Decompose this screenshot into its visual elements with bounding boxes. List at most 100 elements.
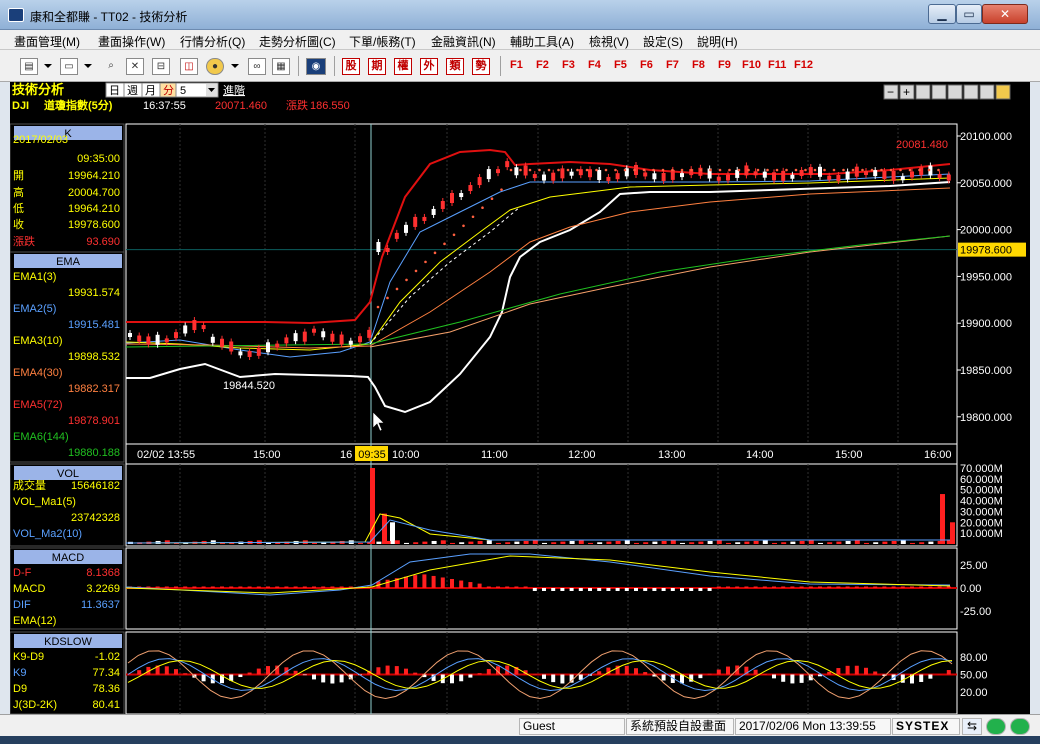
macd-bar: [845, 586, 850, 588]
f10-button[interactable]: F10: [742, 59, 761, 71]
menu-view[interactable]: 檢視(V): [589, 33, 629, 50]
quick-category-button[interactable]: 類: [446, 58, 464, 75]
menu-help[interactable]: 說明(H): [697, 33, 738, 50]
sar-dot: [500, 188, 503, 191]
f11-button[interactable]: F11: [768, 59, 786, 71]
candle-body: [900, 176, 905, 181]
sar-dot: [889, 168, 893, 172]
menu-tools[interactable]: 輔助工具(A): [510, 33, 574, 50]
volume-bar: [624, 540, 630, 544]
maximize-button[interactable]: ▭: [956, 4, 982, 24]
candle-body: [827, 175, 832, 180]
candle-body: [266, 342, 270, 353]
sar-dot: [405, 278, 408, 282]
candle-body: [339, 334, 344, 345]
layout-icon[interactable]: ▤: [20, 58, 38, 75]
vol-row-label: VOL_Ma2(10): [13, 528, 82, 540]
tab-minute[interactable]: 分: [163, 84, 174, 97]
kd-bar: [864, 667, 868, 675]
chevron-down-icon[interactable]: [231, 64, 239, 68]
menu-financial-info[interactable]: 金融資訊(N): [431, 33, 496, 50]
volume-bar: [670, 540, 676, 544]
restore-icon[interactable]: ⊟: [152, 58, 170, 75]
svg-text:−: −: [887, 85, 894, 99]
time-axis-label: 14:00: [746, 449, 774, 461]
kd-bar: [376, 667, 381, 675]
magnify-minus-icon[interactable]: [915, 84, 931, 100]
kd-bar: [781, 674, 786, 682]
globe-icon[interactable]: ●: [206, 58, 224, 75]
volume-bar: [634, 542, 639, 544]
macd-bar: [716, 586, 721, 588]
macd-bar: [762, 586, 767, 588]
split-icon[interactable]: ◫: [180, 58, 198, 75]
tab-week[interactable]: 週: [127, 84, 138, 97]
chart-icon[interactable]: ▦: [272, 58, 290, 75]
tab-month[interactable]: 月: [145, 85, 156, 97]
swap-icon[interactable]: ⇆: [962, 718, 982, 735]
quick-options-button[interactable]: 權: [394, 58, 412, 75]
quick-stock-button[interactable]: 股: [342, 58, 360, 75]
settings-icon[interactable]: [995, 84, 1011, 100]
f5-button[interactable]: F5: [614, 59, 627, 71]
sar-dot: [642, 168, 646, 172]
candle-body: [532, 174, 537, 179]
f4-button[interactable]: F4: [588, 59, 601, 71]
magnify-plus-icon[interactable]: [931, 84, 947, 100]
close-button[interactable]: ✕: [982, 4, 1028, 24]
f1-button[interactable]: F1: [510, 59, 523, 71]
toolbar: ▤ ▭ ⌕ ✕ ⊟ ◫ ● ∞ ▦ ◉ 股 期 權 外 類 勢 F1 F2 F3…: [0, 50, 1040, 82]
f6-button[interactable]: F6: [640, 59, 653, 71]
app-window: 康和全都賺 - TT02 - 技術分析 ▁ ▭ ✕ 畫面管理(M) 畫面操作(W…: [0, 0, 1040, 744]
f12-button[interactable]: F12: [794, 59, 813, 71]
macd-bar: [293, 586, 298, 588]
candle-body: [854, 166, 859, 177]
macd-bar: [873, 586, 878, 588]
f9-button[interactable]: F9: [718, 59, 731, 71]
close-window-icon[interactable]: ✕: [126, 58, 144, 75]
volume-bar: [477, 540, 483, 544]
volume-bar: [799, 540, 805, 544]
candle-body: [864, 171, 868, 176]
tab-day[interactable]: 日: [109, 85, 120, 97]
macd-bar: [864, 586, 868, 588]
minimize-button[interactable]: ▁: [928, 4, 956, 24]
macd-bar: [192, 586, 197, 588]
quick-foreign-button[interactable]: 外: [420, 58, 438, 75]
print-icon[interactable]: [979, 84, 995, 100]
monitor-icon[interactable]: ▭: [60, 58, 78, 75]
kd-tick-label: 20.00: [960, 687, 988, 699]
link-chart-icon[interactable]: [947, 84, 963, 100]
candle-body: [781, 170, 786, 181]
link-icon[interactable]: ∞: [248, 58, 266, 75]
f3-button[interactable]: F3: [562, 59, 575, 71]
menu-trend-chart[interactable]: 走勢分析圖(C): [259, 33, 336, 50]
price-tick-label: 19900.000: [960, 318, 1012, 330]
macd-bar: [928, 586, 933, 588]
f8-button[interactable]: F8: [692, 59, 705, 71]
menu-screen-manage[interactable]: 畫面管理(M): [14, 33, 80, 50]
sar-dot: [671, 168, 674, 172]
chevron-down-icon[interactable]: [84, 64, 92, 68]
menu-order-account[interactable]: 下單/帳務(T): [349, 33, 416, 50]
menu-settings[interactable]: 設定(S): [643, 33, 683, 50]
f7-button[interactable]: F7: [666, 59, 679, 71]
quick-trend-button[interactable]: 勢: [472, 58, 490, 75]
advanced-link[interactable]: 進階: [223, 83, 245, 97]
search-icon[interactable]: ⌕: [102, 58, 120, 75]
kd-bar: [799, 674, 804, 683]
kd-row-label: K9-D9: [13, 651, 44, 663]
logo-button-icon[interactable]: ◉: [306, 58, 326, 75]
menu-screen-operate[interactable]: 畫面操作(W): [98, 33, 165, 50]
quick-futures-button[interactable]: 期: [368, 58, 386, 75]
chevron-down-icon[interactable]: [44, 64, 52, 68]
candle-body: [422, 216, 427, 221]
kd-bar: [827, 671, 832, 675]
kd-bar: [762, 673, 767, 675]
kd-bar: [394, 666, 399, 675]
chart-canvas[interactable]: 技術分析 日 週 月 分 5 進階 DJI 道瓊指數(5分) 16:37:55 …: [9, 82, 1030, 715]
save-icon[interactable]: [963, 84, 979, 100]
layout-name[interactable]: 系統預設自設畫面: [626, 718, 734, 735]
menu-quote-analysis[interactable]: 行情分析(Q): [180, 33, 245, 50]
f2-button[interactable]: F2: [536, 59, 549, 71]
